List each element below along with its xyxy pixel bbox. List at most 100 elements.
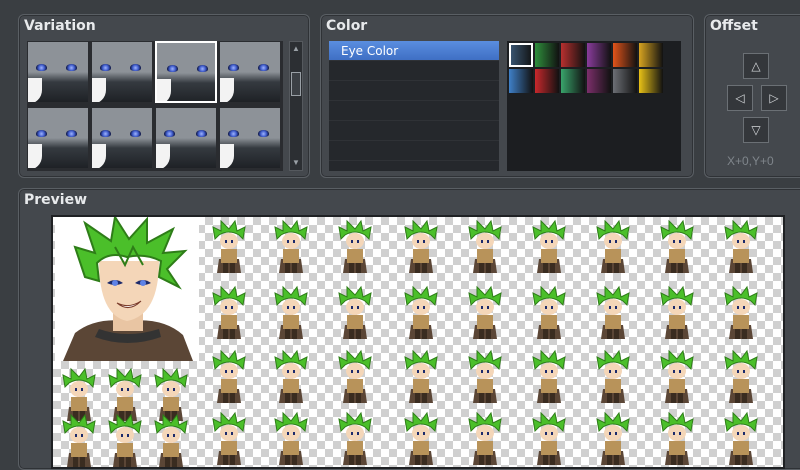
character-sprite — [274, 349, 308, 403]
eye-icon — [228, 130, 239, 137]
variation-option[interactable] — [91, 107, 153, 169]
character-sprite — [724, 219, 758, 273]
arrow-down-icon: ▽ — [751, 123, 761, 137]
character-sprite — [404, 285, 438, 339]
character-sprite — [660, 285, 694, 339]
color-swatch[interactable] — [535, 43, 559, 67]
character-sprite — [62, 413, 96, 467]
eye-icon — [36, 130, 47, 137]
variation-skin — [220, 78, 234, 102]
offset-panel: Offset △ ◁ ▷ ▽ X+0,Y+0 — [704, 14, 800, 178]
eye-icon — [197, 65, 208, 72]
color-title: Color — [326, 18, 368, 34]
character-sprite — [660, 219, 694, 273]
arrow-up-icon: △ — [751, 59, 761, 73]
character-sprite — [532, 349, 566, 403]
character-sprite — [212, 411, 246, 465]
eye-icon — [66, 64, 77, 71]
character-sprite — [338, 349, 372, 403]
variation-option[interactable] — [219, 41, 281, 103]
character-sprite — [154, 413, 188, 467]
variation-skin — [28, 144, 42, 168]
color-swatch[interactable] — [613, 69, 637, 93]
character-sprite — [468, 411, 502, 465]
face-portrait-image — [63, 217, 193, 361]
preview-canvas — [51, 215, 785, 469]
variation-title: Variation — [24, 18, 96, 34]
color-panel: Color Eye Color — [320, 14, 694, 178]
eye-icon — [130, 64, 141, 71]
color-list-item[interactable] — [329, 141, 499, 161]
character-sprite — [532, 219, 566, 273]
variation-skin — [92, 144, 106, 168]
variation-option[interactable] — [27, 41, 89, 103]
color-swatch[interactable] — [509, 69, 533, 93]
character-sprite — [404, 411, 438, 465]
scroll-down-icon[interactable]: ▼ — [291, 157, 301, 169]
offset-up-button[interactable]: △ — [743, 53, 769, 79]
offset-right-button[interactable]: ▷ — [761, 85, 787, 111]
eye-icon — [100, 64, 111, 71]
preview-title: Preview — [24, 192, 88, 208]
arrow-left-icon: ◁ — [735, 91, 745, 105]
character-sprite — [212, 285, 246, 339]
variation-option[interactable] — [219, 107, 281, 169]
color-swatch[interactable] — [639, 69, 663, 93]
variation-scrollbar[interactable]: ▲ ▼ — [289, 41, 303, 171]
eye-icon — [228, 64, 239, 71]
eye-icon — [130, 130, 141, 137]
eye-icon — [167, 65, 178, 72]
character-sprite — [404, 349, 438, 403]
eye-icon — [100, 130, 111, 137]
character-sprite — [338, 219, 372, 273]
variation-skin — [92, 78, 106, 102]
color-swatch[interactable] — [535, 69, 559, 93]
offset-left-button[interactable]: ◁ — [727, 85, 753, 111]
character-sprite — [404, 219, 438, 273]
color-list-item[interactable] — [329, 81, 499, 101]
color-swatch[interactable] — [509, 43, 533, 67]
eye-icon — [36, 64, 47, 71]
variation-skin — [28, 78, 42, 102]
variation-grid — [27, 41, 283, 171]
character-sprite — [724, 411, 758, 465]
variation-option[interactable] — [91, 41, 153, 103]
color-swatch[interactable] — [561, 69, 585, 93]
character-sprite — [660, 349, 694, 403]
variation-skin — [220, 144, 234, 168]
color-list-item[interactable]: Eye Color — [329, 41, 499, 61]
color-swatch[interactable] — [587, 43, 611, 67]
scroll-thumb[interactable] — [291, 72, 301, 96]
variation-option[interactable] — [155, 107, 217, 169]
scroll-up-icon[interactable]: ▲ — [291, 43, 301, 55]
arrow-right-icon: ▷ — [769, 91, 779, 105]
character-sprite — [468, 219, 502, 273]
character-sprite — [532, 285, 566, 339]
character-sprite — [212, 219, 246, 273]
character-sprite — [108, 413, 142, 467]
color-swatch[interactable] — [587, 69, 611, 93]
variation-panel: Variation ▲ ▼ — [18, 14, 310, 178]
variation-option[interactable] — [27, 107, 89, 169]
character-sprite — [274, 219, 308, 273]
color-list-item[interactable] — [329, 121, 499, 141]
eye-icon — [258, 64, 269, 71]
character-sprite — [468, 285, 502, 339]
character-sprite — [532, 411, 566, 465]
variation-skin — [157, 79, 171, 101]
color-list-item[interactable] — [329, 61, 499, 81]
character-sprite — [274, 285, 308, 339]
eye-icon — [66, 130, 77, 137]
offset-value: X+0,Y+0 — [727, 154, 774, 168]
character-sprite — [468, 349, 502, 403]
color-list: Eye Color — [329, 41, 499, 171]
color-list-item[interactable] — [329, 101, 499, 121]
color-swatch[interactable] — [639, 43, 663, 67]
color-swatch[interactable] — [613, 43, 637, 67]
variation-option[interactable] — [155, 41, 217, 103]
character-sprite — [212, 349, 246, 403]
character-sprite — [274, 411, 308, 465]
offset-down-button[interactable]: ▽ — [743, 117, 769, 143]
color-palette — [507, 41, 681, 171]
color-swatch[interactable] — [561, 43, 585, 67]
